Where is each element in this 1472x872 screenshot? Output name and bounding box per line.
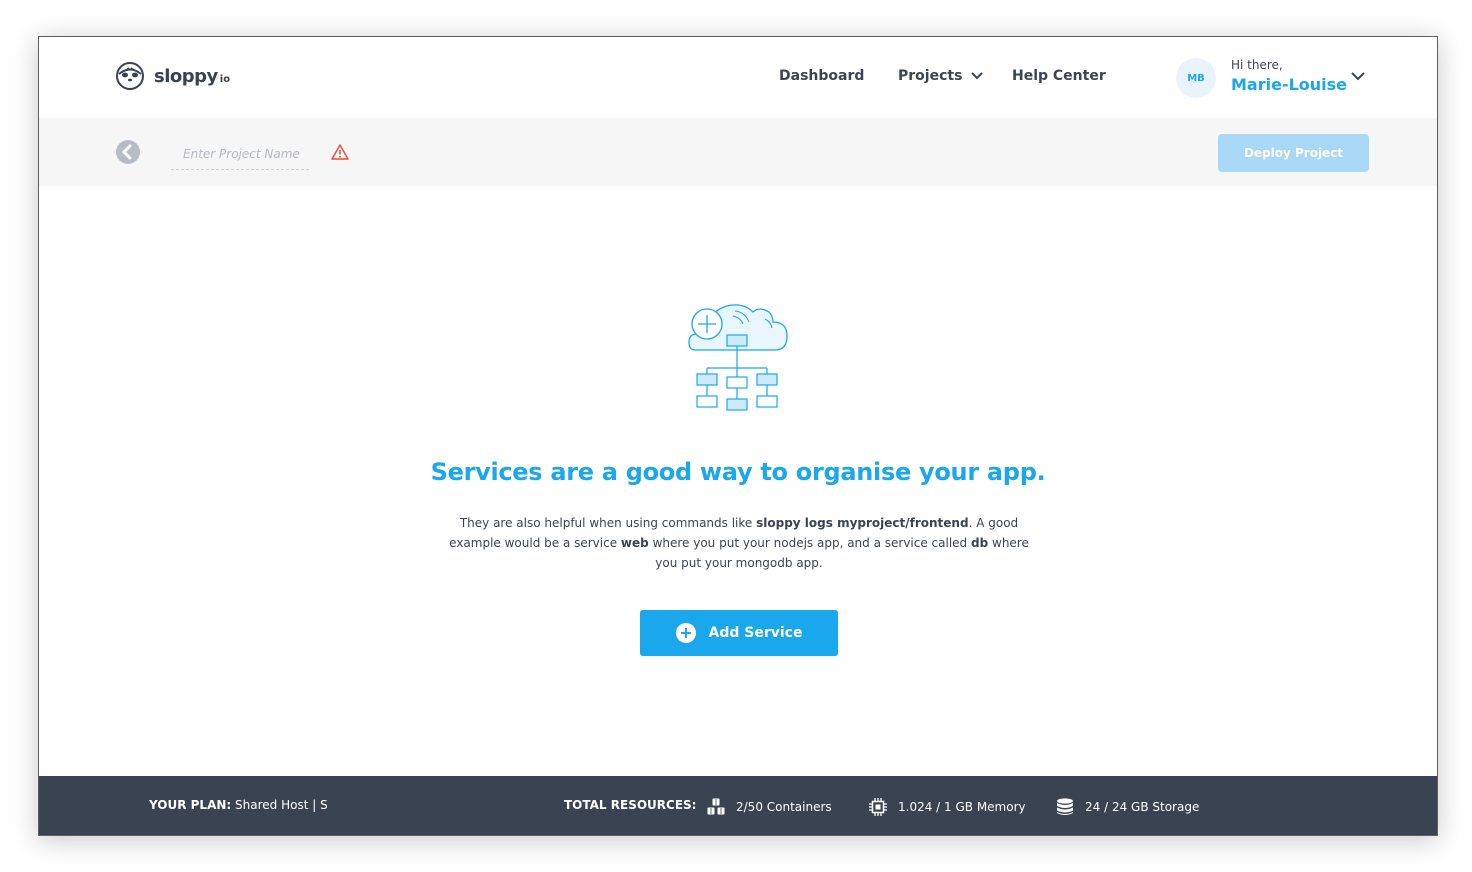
service-name-web: web xyxy=(620,536,649,550)
deploy-project-button[interactable]: Deploy Project xyxy=(1218,134,1369,172)
sloth-face-icon xyxy=(116,62,144,90)
footer-memory: 1.024 / 1 GB Memory xyxy=(869,798,1026,816)
footer-plan: YOUR PLAN: Shared Host | S xyxy=(149,798,328,812)
add-service-button[interactable]: Add Service xyxy=(640,610,838,656)
footer-storage: 24 / 24 GB Storage xyxy=(1056,798,1199,816)
footer-total-resources: TOTAL RESOURCES: xyxy=(564,798,696,812)
storage-value: 24 / 24 GB Storage xyxy=(1085,800,1200,814)
empty-state-description: They are also helpful when using command… xyxy=(449,516,1029,570)
project-name-input[interactable] xyxy=(171,138,309,170)
back-arrow-icon[interactable] xyxy=(116,140,140,164)
chip-icon xyxy=(869,798,887,816)
chevron-down-icon xyxy=(971,72,984,80)
database-icon xyxy=(1057,798,1073,815)
user-greeting: Hi there, xyxy=(1231,58,1283,72)
add-service-label: Add Service xyxy=(708,625,803,641)
app-window: sloppy io Dashboard Projects Help Center… xyxy=(38,36,1438,836)
containers-value: 2/50 Containers xyxy=(736,800,832,814)
empty-state-headline: Services are a good way to organise your… xyxy=(430,458,1046,486)
nav-projects[interactable]: Projects xyxy=(898,68,984,84)
avatar[interactable]: MB xyxy=(1176,58,1216,98)
logo[interactable]: sloppy io xyxy=(115,61,230,91)
main-content: Services are a good way to organise your… xyxy=(39,186,1437,776)
nav-projects-label: Projects xyxy=(898,68,963,84)
nav-help-center[interactable]: Help Center xyxy=(1012,68,1106,84)
top-header: sloppy io Dashboard Projects Help Center… xyxy=(39,37,1437,118)
plan-value: Shared Host | S xyxy=(235,798,328,812)
nav-dashboard[interactable]: Dashboard xyxy=(779,68,864,84)
project-toolbar: Deploy Project xyxy=(39,118,1437,186)
cubes-icon xyxy=(707,798,725,815)
total-resources-label: TOTAL RESOURCES: xyxy=(564,798,697,812)
logo-text: sloppy xyxy=(154,65,218,87)
service-name-db: db xyxy=(971,536,989,550)
footer-bar: YOUR PLAN: Shared Host | S TOTAL RESOURC… xyxy=(39,776,1437,835)
cloud-services-icon xyxy=(688,304,788,411)
chevron-down-icon[interactable] xyxy=(1351,72,1365,81)
warning-triangle-icon xyxy=(331,144,349,160)
plus-circle-icon xyxy=(675,623,696,643)
logo-suffix: io xyxy=(219,73,231,85)
user-name[interactable]: Marie-Louise xyxy=(1231,75,1347,94)
memory-value: 1.024 / 1 GB Memory xyxy=(898,800,1026,814)
plan-label: YOUR PLAN: xyxy=(149,798,232,812)
command-example: sloppy logs myproject/frontend xyxy=(756,516,969,530)
footer-containers: 2/50 Containers xyxy=(707,798,832,816)
